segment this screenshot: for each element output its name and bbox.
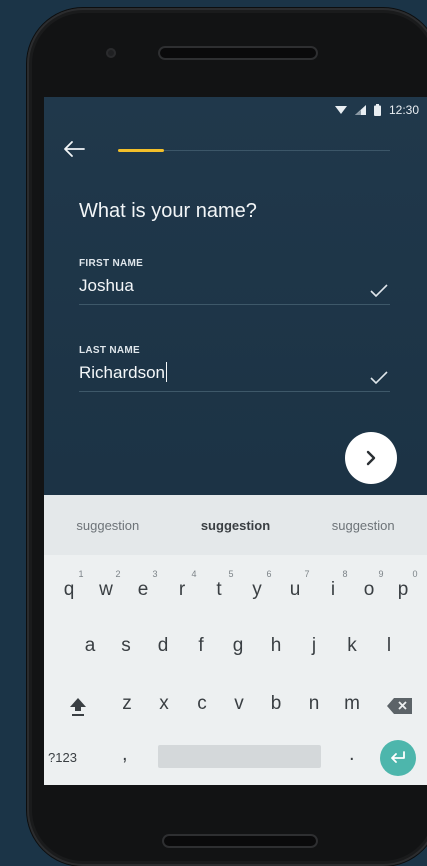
key-w[interactable]: w	[92, 579, 120, 601]
key-t[interactable]: t	[205, 579, 233, 601]
key-q[interactable]: q	[55, 579, 83, 601]
backspace-icon[interactable]	[386, 697, 414, 715]
key-f[interactable]: f	[187, 635, 215, 657]
first-name-underline	[79, 304, 390, 305]
first-name-input[interactable]: Joshua	[79, 275, 390, 297]
comma-key[interactable]: ,	[122, 743, 128, 766]
key-p[interactable]: p	[389, 579, 417, 601]
wifi-icon	[334, 106, 347, 114]
first-name-field[interactable]: FIRST NAME Joshua	[79, 258, 390, 305]
enter-key[interactable]	[380, 740, 416, 776]
key-d[interactable]: d	[149, 635, 177, 657]
next-button[interactable]	[345, 432, 397, 484]
status-time: 12:30	[388, 103, 419, 117]
key-v[interactable]: v	[225, 693, 253, 715]
earpiece-speaker	[158, 46, 318, 60]
enter-icon	[391, 751, 405, 763]
signal-icon	[354, 105, 366, 115]
key-hint-1: 1	[78, 569, 84, 579]
key-hint-0: 0	[412, 569, 418, 579]
key-j[interactable]: j	[300, 635, 328, 657]
text-cursor	[166, 362, 167, 382]
key-k[interactable]: k	[338, 635, 366, 657]
key-h[interactable]: h	[262, 635, 290, 657]
key-i[interactable]: i	[319, 579, 347, 601]
last-name-underline	[79, 391, 390, 392]
key-hint-3: 3	[152, 569, 158, 579]
shift-icon[interactable]	[67, 695, 89, 717]
symbols-key[interactable]: ?123	[48, 750, 77, 765]
battery-icon	[373, 104, 381, 116]
key-hint-7: 7	[304, 569, 310, 579]
chevron-right-icon	[366, 450, 376, 466]
key-n[interactable]: n	[300, 693, 328, 715]
last-name-input-wrap[interactable]: Richardson	[79, 362, 390, 384]
page-title: What is your name?	[79, 200, 257, 222]
key-hint-6: 6	[266, 569, 272, 579]
key-o[interactable]: o	[355, 579, 383, 601]
status-bar: 12:30	[334, 103, 419, 117]
key-a[interactable]: a	[76, 635, 104, 657]
key-l[interactable]: l	[375, 635, 403, 657]
front-camera	[106, 48, 116, 58]
progress-track	[118, 149, 390, 152]
first-name-label: FIRST NAME	[79, 258, 144, 269]
bottom-speaker	[162, 834, 318, 848]
key-u[interactable]: u	[281, 579, 309, 601]
key-hint-8: 8	[342, 569, 348, 579]
check-icon	[370, 371, 388, 385]
key-x[interactable]: x	[150, 693, 178, 715]
progress-fill	[118, 149, 164, 152]
key-y[interactable]: y	[243, 579, 271, 601]
space-key[interactable]	[158, 745, 321, 768]
key-b[interactable]: b	[262, 693, 290, 715]
key-z[interactable]: z	[113, 693, 141, 715]
key-s[interactable]: s	[112, 635, 140, 657]
key-c[interactable]: c	[188, 693, 216, 715]
suggestion-left[interactable]: suggestion	[44, 518, 172, 533]
key-g[interactable]: g	[224, 635, 252, 657]
last-name-field[interactable]: LAST NAME Richardson	[79, 345, 390, 392]
last-name-input[interactable]: Richardson	[79, 363, 165, 382]
key-hint-4: 4	[191, 569, 197, 579]
check-icon	[370, 284, 388, 298]
key-hint-5: 5	[228, 569, 234, 579]
last-name-label: LAST NAME	[79, 345, 141, 356]
suggestion-center[interactable]: suggestion	[172, 518, 300, 533]
key-hint-2: 2	[115, 569, 121, 579]
app-screen: 12:30 What is your name? FIRST NAME Josh…	[44, 97, 427, 785]
suggestion-strip: suggestion suggestion suggestion	[44, 495, 427, 555]
key-r[interactable]: r	[168, 579, 196, 601]
arrow-left-icon[interactable]	[62, 139, 86, 159]
key-m[interactable]: m	[338, 693, 366, 715]
key-e[interactable]: e	[129, 579, 157, 601]
period-key[interactable]: .	[349, 743, 355, 766]
suggestion-right[interactable]: suggestion	[299, 518, 427, 533]
key-hint-9: 9	[378, 569, 384, 579]
